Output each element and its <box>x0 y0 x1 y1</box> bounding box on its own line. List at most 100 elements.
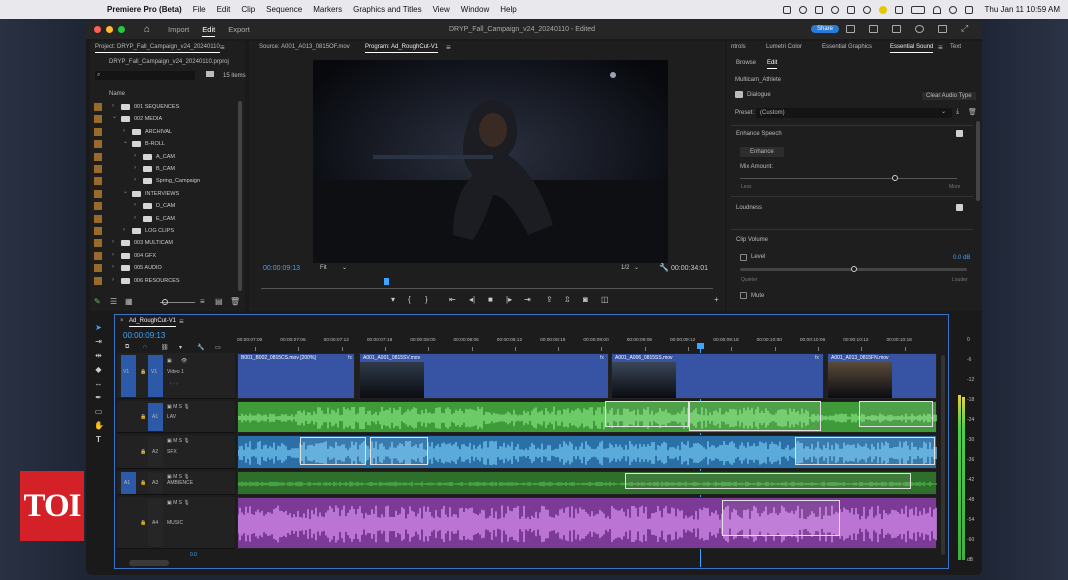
project-search-input[interactable] <box>95 71 195 80</box>
go-to-out-icon[interactable]: ⇥ <box>524 295 531 304</box>
timeline-horizontal-scrollbar[interactable] <box>129 560 169 566</box>
step-forward-icon[interactable]: |▸ <box>506 295 512 304</box>
search-icon[interactable] <box>948 5 957 14</box>
ripple-edit-icon[interactable]: ⇹ <box>94 351 103 360</box>
chevron-right-icon[interactable]: › <box>134 165 136 171</box>
minimize-button[interactable] <box>106 26 113 33</box>
tab-effect-controls[interactable]: ntrols <box>731 44 746 50</box>
wifi-icon[interactable] <box>932 5 941 14</box>
chevron-down-icon[interactable]: ⌄ <box>112 113 117 120</box>
program-video-frame[interactable] <box>313 60 668 263</box>
program-scrubber[interactable] <box>261 288 713 289</box>
zoom-slider-thumb[interactable] <box>162 299 168 305</box>
extract-icon[interactable]: ⇫ <box>564 295 571 304</box>
rectangle-tool-icon[interactable]: ▭ <box>94 407 103 416</box>
label-color-swatch[interactable] <box>94 140 102 149</box>
new-bin-icon[interactable] <box>206 71 214 77</box>
chevron-right-icon[interactable]: › <box>112 277 114 283</box>
project-tree-item[interactable]: › 006 RESOURCES <box>94 275 234 287</box>
linked-selection-icon[interactable]: ⛓ <box>161 344 169 351</box>
pencil-icon[interactable]: ✎ <box>94 297 101 306</box>
status-icon-7[interactable] <box>878 5 887 14</box>
tab-edit[interactable]: Edit <box>202 25 216 37</box>
project-tree-item[interactable]: › 004 GFX <box>94 250 234 262</box>
hand-tool-icon[interactable]: ✋ <box>94 421 104 430</box>
resolution-dropdown[interactable]: 1/2 <box>621 265 629 271</box>
mark-in-icon[interactable]: { <box>408 295 411 304</box>
sync-v1-icon[interactable]: ▣ <box>167 358 172 364</box>
chevron-right-icon[interactable]: › <box>134 153 136 159</box>
comment-icon[interactable] <box>938 25 947 33</box>
label-color-swatch[interactable] <box>94 115 102 124</box>
progress-icon[interactable] <box>915 25 924 33</box>
essential-sound-scrollbar[interactable] <box>976 121 980 201</box>
preset-chevron-icon[interactable]: ⌄ <box>941 108 946 115</box>
chevron-down-icon[interactable]: ⌄ <box>123 138 128 145</box>
lift-icon[interactable]: ⇪ <box>546 295 553 304</box>
enhance-button[interactable]: Enhance <box>740 147 784 157</box>
status-icon-6[interactable] <box>862 5 871 14</box>
label-color-swatch[interactable] <box>94 227 102 235</box>
label-color-swatch[interactable] <box>94 202 102 211</box>
track-name-a2[interactable]: SFX <box>167 449 177 455</box>
add-button-icon[interactable]: + <box>714 295 719 304</box>
level-value[interactable]: 0.0 dB <box>953 255 970 261</box>
project-tree-item[interactable]: › LOG CLIPS <box>94 225 234 237</box>
menu-graphics[interactable]: Graphics and Titles <box>353 5 421 14</box>
fit-chevron-icon[interactable]: ⌄ <box>342 264 347 271</box>
clip-a001-fn[interactable]: A001_A013_0815FN.mov <box>827 353 937 399</box>
chevron-right-icon[interactable]: › <box>134 215 136 221</box>
sort-icon[interactable]: ≡ <box>200 297 205 306</box>
transition-fade[interactable] <box>795 437 935 465</box>
menu-file[interactable]: File <box>193 5 206 14</box>
tab-essential-sound[interactable]: Essential Sound <box>890 44 934 53</box>
panel-menu-icon[interactable]: ≡ <box>938 43 943 52</box>
lock-v1-icon[interactable]: 🔒 <box>140 369 146 375</box>
source-patch-v1[interactable] <box>121 355 136 397</box>
home-icon[interactable]: ⌂ <box>144 24 150 35</box>
zoom-button[interactable] <box>118 26 125 33</box>
project-tree-item[interactable]: › 001 SEQUENCES <box>94 101 234 113</box>
transition-fade[interactable] <box>300 437 366 465</box>
list-view-icon[interactable]: ☰ <box>110 297 117 306</box>
panel-icon[interactable] <box>892 25 901 33</box>
icon-view-icon[interactable]: ▦ <box>125 297 133 306</box>
menu-clip[interactable]: Clip <box>241 5 255 14</box>
chevron-right-icon[interactable]: › <box>112 252 114 258</box>
transition-fade[interactable] <box>689 401 821 431</box>
status-icon-4[interactable] <box>830 5 839 14</box>
snap-icon[interactable]: ∩ <box>143 344 147 350</box>
menu-sequence[interactable]: Sequence <box>266 5 302 14</box>
lock-a3-icon[interactable]: 🔒 <box>140 480 146 486</box>
slip-tool-icon[interactable]: ↔ <box>94 379 103 388</box>
project-scrollbar[interactable] <box>238 101 242 291</box>
transition-fade[interactable] <box>605 401 689 427</box>
battery-icon[interactable] <box>910 5 925 14</box>
keyframe-prev-v1[interactable]: ‹ ◦ › <box>170 381 178 387</box>
menu-edit[interactable]: Edit <box>217 5 231 14</box>
lock-a1-icon[interactable]: 🔒 <box>140 414 146 420</box>
project-tree-item[interactable]: › ARCHIVAL <box>94 126 234 138</box>
enhance-speech-checkbox[interactable] <box>956 130 963 137</box>
playhead-marker[interactable] <box>384 278 389 285</box>
chevron-right-icon[interactable]: › <box>134 202 136 208</box>
timeline-close-icon[interactable]: × <box>120 318 124 324</box>
a1-audio-clip[interactable] <box>237 401 937 433</box>
status-icon-5[interactable] <box>846 5 855 14</box>
new-item-icon[interactable]: ▤ <box>215 297 223 306</box>
program-monitor-tab[interactable]: Program: Ad_RoughCut-V1 <box>365 44 439 53</box>
tab-text[interactable]: Text <box>950 44 961 50</box>
panel-menu-icon[interactable]: ≡ <box>446 43 451 52</box>
razor-tool-icon[interactable]: ◆ <box>94 365 103 374</box>
lock-a4-icon[interactable]: 🔒 <box>140 520 146 526</box>
transition-fade[interactable] <box>370 437 428 465</box>
project-tree-item[interactable]: › D_CAM <box>94 200 234 212</box>
playhead-head[interactable] <box>697 343 704 349</box>
fit-dropdown[interactable]: Fit <box>320 265 327 271</box>
panel-menu-icon[interactable]: ≡ <box>220 43 225 52</box>
sub-tab-browse[interactable]: Browse <box>736 60 756 66</box>
mix-amount-thumb[interactable] <box>892 175 898 181</box>
label-color-swatch[interactable] <box>94 264 102 273</box>
tab-essential-graphics[interactable]: Essential Graphics <box>822 44 872 50</box>
sequence-tab[interactable]: Ad_RoughCut-V1 <box>129 318 177 327</box>
